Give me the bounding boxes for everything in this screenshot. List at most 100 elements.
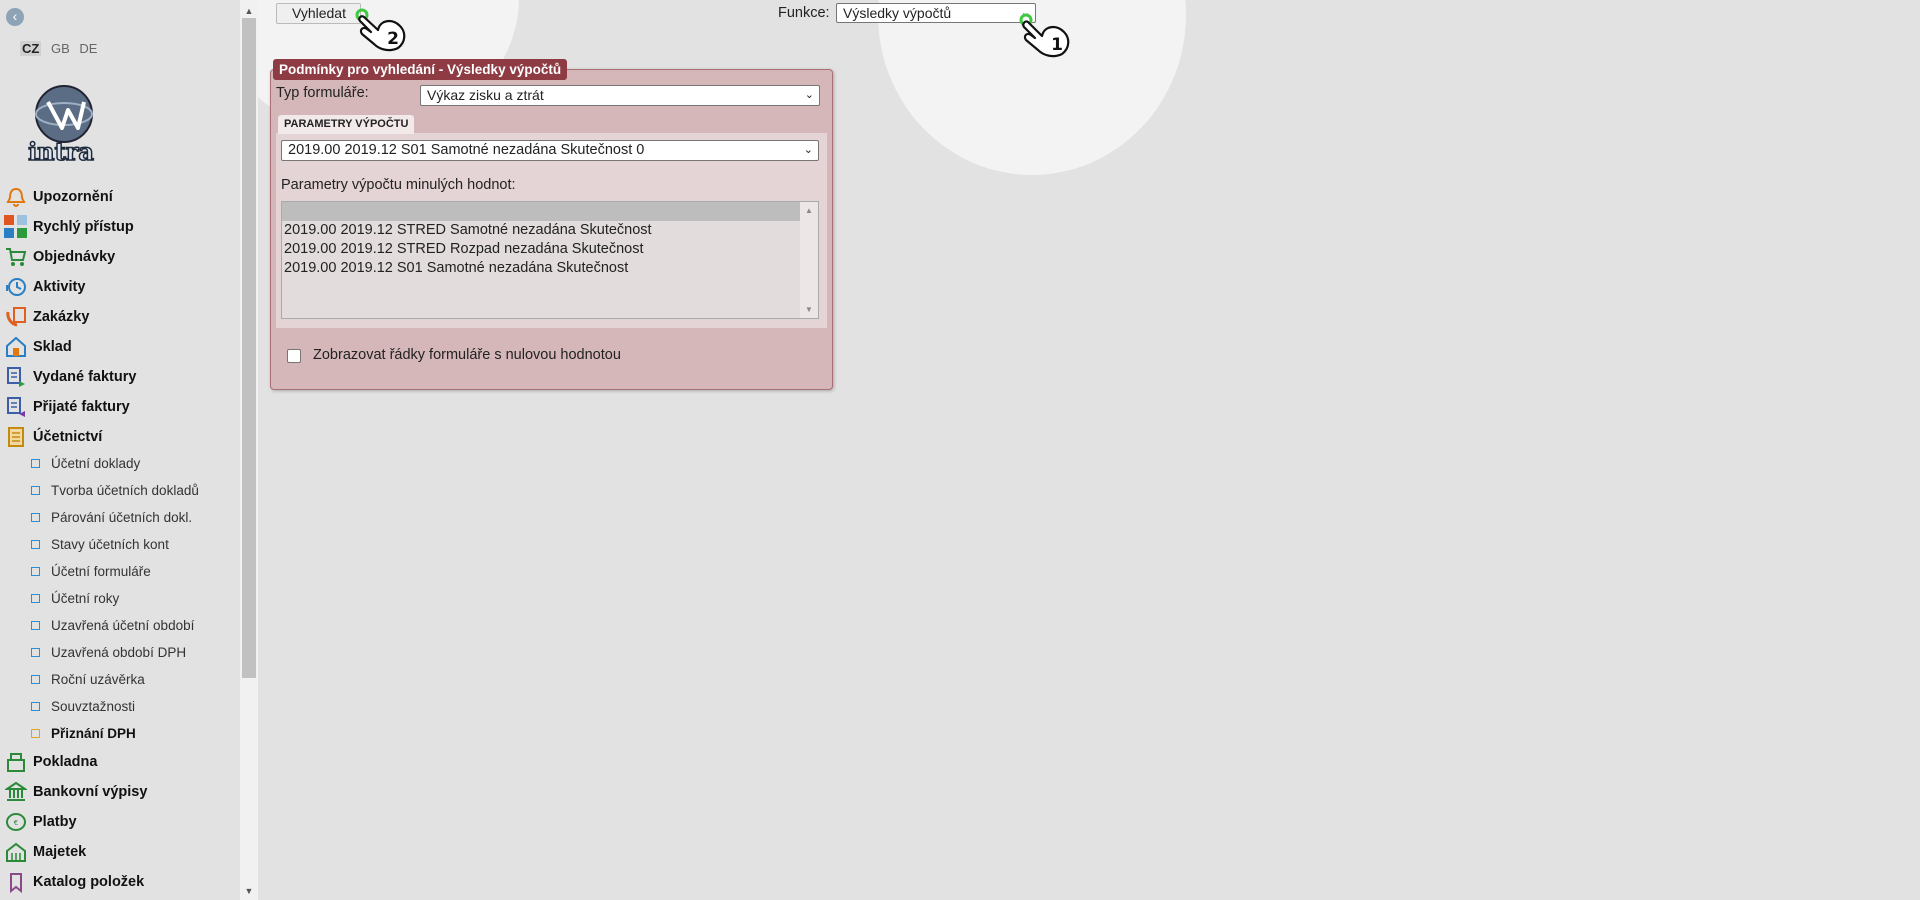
zero-rows-checkbox[interactable] [287,349,301,363]
sidebar-scrollbar[interactable]: ▲ ▼ [240,0,258,900]
menu-item-katalog-polozek[interactable]: Katalog položek [0,867,144,897]
listbox-option[interactable]: 2019.00 2019.12 STRED Samotné nezadána S… [282,221,818,240]
scrollbar-thumb[interactable] [242,18,256,678]
submenu-item-priznani-dph[interactable]: Přiznání DPH [0,720,136,747]
calc-params-select[interactable]: 2019.00 2019.12 S01 Samotné nezadána Sku… [281,140,819,161]
submenu-item-label: Stavy účetních kont [51,537,169,552]
sidebar: ‹ CZ GB DE intra Upozornění Rychlý příst… [0,0,240,900]
square-bullet-icon [31,540,40,549]
menu-item-label: Objednávky [33,249,116,265]
submenu-item-label: Uzavřená účetní období [51,618,195,633]
square-bullet-icon [31,702,40,711]
menu-item-objednavky[interactable]: Objednávky [0,242,115,272]
menu-item-label: Majetek [33,844,87,860]
lang-de[interactable]: DE [79,41,97,56]
listbox-scrollbar[interactable]: ▲ ▼ [800,202,818,318]
menu-item-label: Katalog položek [33,874,145,890]
menu-item-rychly-pristup[interactable]: Rychlý přístup [0,212,134,242]
scroll-up-arrow-icon[interactable]: ▲ [800,206,818,215]
menu-item-aktivity[interactable]: Aktivity [0,272,85,302]
chevron-down-icon: ⌄ [1020,7,1030,19]
menu-item-label: Rychlý přístup [33,219,134,235]
submenu-item-label: Uzavřená období DPH [51,645,187,660]
menu-item-platby[interactable]: € Platby [0,807,77,837]
submenu-item-ucetni-doklady[interactable]: Účetní doklady [0,450,140,477]
menu-item-prijate-faktury[interactable]: Přijaté faktury [0,392,130,422]
warehouse-icon [4,335,28,359]
submenu-item-stavy-kont[interactable]: Stavy účetních kont [0,531,169,558]
logo-text: intra [28,137,94,164]
marker-number: 1 [1051,35,1063,55]
submenu-item-souvztaznosti[interactable]: Souvztažnosti [0,693,135,720]
square-bullet-icon [31,567,40,576]
bank-icon [4,780,28,804]
square-bullet-icon [31,675,40,684]
menu-item-label: Bankovní výpisy [33,784,148,800]
tab-calc-params[interactable]: PARAMETRY VÝPOČTU [278,115,415,134]
menu-item-label: Sklad [33,339,72,355]
listbox-option[interactable] [282,202,818,221]
submenu-item-rocni-uzaverka[interactable]: Roční uzávěrka [0,666,145,693]
function-select[interactable]: Výsledky výpočtů ⌄ [836,3,1036,23]
phone-order-icon [4,305,28,329]
menu-item-label: Vydané faktury [33,369,137,385]
invoice-in-icon [4,395,28,419]
shopping-cart-icon [4,245,28,269]
chevron-down-icon: ⌄ [803,144,813,156]
prev-params-label: Parametry výpočtu minulých hodnot: [281,177,516,193]
language-switcher: CZ GB DE [20,41,103,56]
submenu-item-label: Roční uzávěrka [51,672,145,687]
menu-item-upozorneni[interactable]: Upozornění [0,182,113,212]
menu-item-zakazky[interactable]: Zakázky [0,302,89,332]
cash-register-icon [4,750,28,774]
menu-item-label: Platby [33,814,77,830]
submenu-item-label: Párování účetních dokl. [51,510,193,525]
chevron-left-icon: ‹ [12,8,18,24]
menu-item-majetek[interactable]: Majetek [0,837,86,867]
menu-item-ucetnictvi[interactable]: Účetnictví [0,422,102,452]
form-type-select[interactable]: Výkaz zisku a ztrát ⌄ [420,85,820,106]
submenu-item-parovani[interactable]: Párování účetních dokl. [0,504,192,531]
chevron-down-icon: ⌄ [804,89,814,101]
submenu-item-tvorba-dokladu[interactable]: Tvorba účetních dokladů [0,477,199,504]
payment-icon: € [4,810,28,834]
back-button[interactable]: ‹ [6,8,24,26]
clock-icon [4,275,28,299]
menu-item-bankovni-vypisy[interactable]: Bankovní výpisy [0,777,147,807]
ledger-icon [4,425,28,449]
alarm-bell-icon [4,185,28,209]
submenu-item-label: Přiznání DPH [51,726,136,741]
zero-rows-label: Zobrazovat řádky formuláře s nulovou hod… [313,347,621,363]
lang-gb[interactable]: GB [51,41,70,56]
menu-item-pokladna[interactable]: Pokladna [0,747,97,777]
panel-legend: Podmínky pro vyhledání - Výsledky výpočt… [273,59,568,80]
submenu-item-ucetni-roky[interactable]: Účetní roky [0,585,119,612]
menu-item-label: Účetnictví [33,429,103,445]
submenu-item-ucetni-formulare[interactable]: Účetní formuláře [0,558,151,585]
square-bullet-icon [31,594,40,603]
menu-item-label: Upozornění [33,189,113,205]
submenu-item-label: Souvztažnosti [51,699,136,714]
search-button[interactable]: Vyhledat [276,3,361,24]
scroll-down-arrow-icon[interactable]: ▼ [240,882,258,900]
submenu-item-label: Účetní roky [51,591,120,606]
menu-item-label: Přijaté faktury [33,399,130,415]
lang-cz[interactable]: CZ [20,41,42,56]
square-bullet-icon [31,513,40,522]
function-select-value: Výsledky výpočtů [843,5,952,21]
calc-params-select-value: 2019.00 2019.12 S01 Samotné nezadána Sku… [288,142,645,158]
form-type-select-value: Výkaz zisku a ztrát [427,87,544,103]
scroll-down-arrow-icon[interactable]: ▼ [800,305,818,314]
quick-access-tiles-icon [4,215,28,239]
submenu-item-label: Účetní doklady [51,456,141,471]
spotlight-highlight [878,0,1186,175]
function-label: Funkce: [778,5,830,21]
menu-item-vydane-faktury[interactable]: Vydané faktury [0,362,136,392]
property-icon [4,840,28,864]
submenu-item-uzavrena-obdobi-dph[interactable]: Uzavřená období DPH [0,639,186,666]
prev-params-listbox[interactable]: 2019.00 2019.12 STRED Samotné nezadána S… [281,201,819,319]
menu-item-sklad[interactable]: Sklad [0,332,72,362]
listbox-option[interactable]: 2019.00 2019.12 STRED Rozpad nezadána Sk… [282,240,818,259]
submenu-item-uzavrena-obdobi[interactable]: Uzavřená účetní období [0,612,194,639]
listbox-option[interactable]: 2019.00 2019.12 S01 Samotné nezadána Sku… [282,259,818,278]
